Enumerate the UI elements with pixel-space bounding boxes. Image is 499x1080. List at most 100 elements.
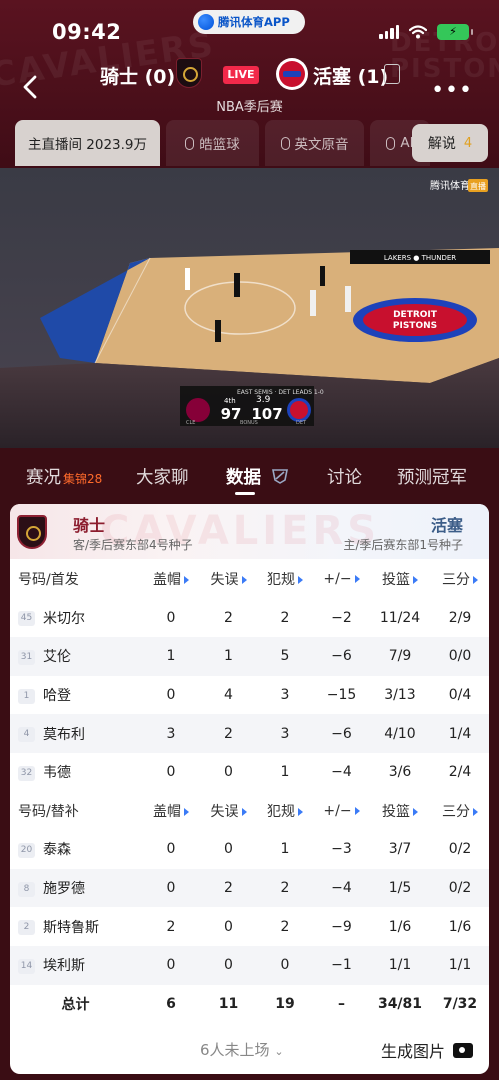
tab-english-audio[interactable]: 英文原音 (265, 120, 364, 166)
sortable-column-header[interactable]: +/− (314, 560, 369, 599)
stat-cell: 3 (256, 714, 314, 753)
left-team-name[interactable]: 骑士 (73, 512, 105, 536)
battery-charging-icon: ⚡ (437, 24, 473, 40)
player-row[interactable]: 2 斯特鲁斯 2 0 2 −9 1/6 1/6 (10, 907, 489, 946)
player-name: 韦德 (43, 765, 71, 782)
total-stat-cell: 6 (166, 995, 176, 1012)
tab-label: 皓篮球 (199, 137, 240, 153)
status-icons: ⚡ (379, 24, 473, 40)
tab-main-stream[interactable]: 主直播间 2023.9万 (15, 120, 160, 166)
sortable-column-header[interactable]: 投篮 (369, 792, 431, 831)
player-name: 米切尔 (43, 610, 85, 627)
court-logo: DETROIT (393, 310, 438, 320)
total-stat-cell: – (338, 995, 345, 1012)
tab-label: 主直播间 2023.9万 (27, 137, 148, 153)
cavaliers-logo-icon[interactable] (176, 58, 202, 88)
header-label: 号码/替补 (18, 803, 79, 820)
sort-arrow-icon (184, 576, 189, 585)
tab-predict-champion[interactable]: 预测冠军 (397, 464, 467, 489)
table-header-row: 号码/首发 盖帽 失误 犯规 +/− 投篮 三分 (10, 560, 489, 599)
sort-arrow-icon (473, 807, 478, 816)
sortable-column-header[interactable]: 犯规 (256, 792, 314, 831)
player-row[interactable]: 31 艾伦 1 1 5 −6 7/9 0/0 (10, 637, 489, 676)
stat-cell: −6 (314, 637, 369, 676)
tab-stats[interactable]: 数据 (226, 464, 289, 489)
jersey-number: 14 (18, 958, 35, 974)
stat-cell: −15 (326, 687, 357, 704)
player-name: 艾伦 (43, 649, 71, 666)
sortable-column-header[interactable]: 失误 (201, 560, 256, 599)
player-name: 哈登 (43, 688, 71, 705)
away-score: 97 (221, 405, 242, 423)
svg-text:DET: DET (296, 420, 307, 426)
stat-cell: 1/5 (369, 868, 431, 908)
stat-cell: 2/4 (448, 764, 472, 781)
live-video-player[interactable]: DETROIT PISTONS LAKERS ● THUNDER 腾讯体育 直播… (0, 168, 499, 448)
stat-cell: 0/2 (431, 868, 489, 908)
stat-cell: 1/6 (388, 918, 412, 935)
sort-arrow-icon (473, 576, 478, 585)
stat-cell: 0/4 (448, 687, 472, 704)
commentary-button[interactable]: 解说 4 (412, 124, 488, 162)
player-cell: 1 哈登 (10, 676, 141, 715)
sort-arrow-icon (241, 576, 247, 585)
stat-cell: −1 (314, 945, 369, 985)
player-row[interactable]: 14 埃利斯 0 0 0 −1 1/1 1/1 (10, 945, 489, 985)
ad-board: LAKERS ● THUNDER (384, 254, 456, 262)
video-frame: DETROIT PISTONS LAKERS ● THUNDER 腾讯体育 直播… (0, 168, 499, 448)
highlights-count: 集锦28 (63, 472, 103, 486)
sort-arrow-icon (184, 807, 189, 816)
right-team-seed: 主/季后赛东部1号种子 (343, 538, 463, 552)
sortable-column-header[interactable]: 三分 (431, 560, 489, 599)
stat-cell: 1 (280, 841, 290, 858)
away-team-name[interactable]: 活塞 (1) (313, 62, 388, 89)
tab-chat[interactable]: 大家聊 (136, 464, 189, 489)
stat-cell: 0 (166, 687, 176, 704)
player-cell: 14 埃利斯 (10, 945, 141, 985)
sortable-column-header[interactable]: +/− (314, 792, 369, 831)
player-name: 施罗德 (43, 881, 85, 898)
right-team-name[interactable]: 活塞 (431, 512, 463, 536)
stat-cell: 1/1 (431, 945, 489, 985)
home-team-name[interactable]: 骑士 (0) (100, 62, 175, 89)
mic-icon (185, 136, 195, 150)
match-row: 骑士 (0) LIVE 活塞 (1) (0, 58, 499, 92)
stat-cell: 1/1 (369, 945, 431, 985)
pistons-logo-icon[interactable] (276, 58, 308, 90)
tab-discussion[interactable]: 讨论 (327, 464, 362, 489)
total-stat-cell: 34/81 (377, 995, 423, 1012)
stat-cell: 1 (201, 637, 256, 676)
switch-icon[interactable] (384, 64, 400, 84)
stat-cell: −9 (331, 918, 352, 935)
sortable-column-header[interactable]: 失误 (201, 792, 256, 831)
stat-cell: 1 (280, 764, 290, 781)
player-row[interactable]: 1 哈登 0 4 3 −15 3/13 0/4 (10, 676, 489, 715)
player-row[interactable]: 20 泰森 0 0 1 −3 3/7 0/2 (10, 830, 489, 869)
sortable-column-header[interactable]: 犯规 (256, 560, 314, 599)
stat-cell: 3/13 (384, 687, 416, 704)
sortable-column-header[interactable]: 投篮 (369, 560, 431, 599)
sortable-column-header[interactable]: 盖帽 (141, 560, 201, 599)
stat-cell: 0 (256, 945, 314, 985)
jersey-number: 31 (18, 649, 35, 665)
tab-game-status[interactable]: 赛况 集锦28 (26, 464, 102, 489)
player-row[interactable]: 32 韦德 0 0 1 −4 3/6 2/4 (10, 753, 489, 792)
tencent-sports-logo-icon (198, 14, 214, 30)
player-row[interactable]: 45 米切尔 0 2 2 −2 11/24 2/9 (10, 599, 489, 638)
player-row[interactable]: 8 施罗德 0 2 2 −4 1/5 0/2 (10, 868, 489, 908)
tab-commentator-1[interactable]: 皓篮球 (166, 120, 259, 166)
generate-image-button[interactable]: 生成图片 (381, 1038, 473, 1062)
cellular-signal-icon (379, 25, 399, 39)
not-played-toggle[interactable]: 6人未上场 ⌄ (200, 1039, 284, 1060)
sortable-column-header[interactable]: 三分 (431, 792, 489, 831)
jersey-number: 4 (18, 727, 35, 743)
app-pill[interactable]: 腾讯体育APP (193, 10, 305, 34)
total-stat-cell: 19 (275, 995, 295, 1012)
table-header-row: 号码/替补 盖帽 失误 犯规 +/− 投篮 三分 (10, 792, 489, 831)
player-row[interactable]: 4 莫布利 3 2 3 −6 4/10 1/4 (10, 714, 489, 753)
sortable-column-header[interactable]: 盖帽 (141, 792, 201, 831)
sort-arrow-icon (413, 807, 418, 816)
stat-cell: 3/6 (388, 764, 412, 781)
box-score-table: 号码/首发 盖帽 失误 犯规 +/− 投篮 三分 45 米切尔 0 2 2 −2 11/24 2/9 31 艾伦… (10, 560, 489, 1023)
svg-text:直播: 直播 (470, 181, 486, 191)
